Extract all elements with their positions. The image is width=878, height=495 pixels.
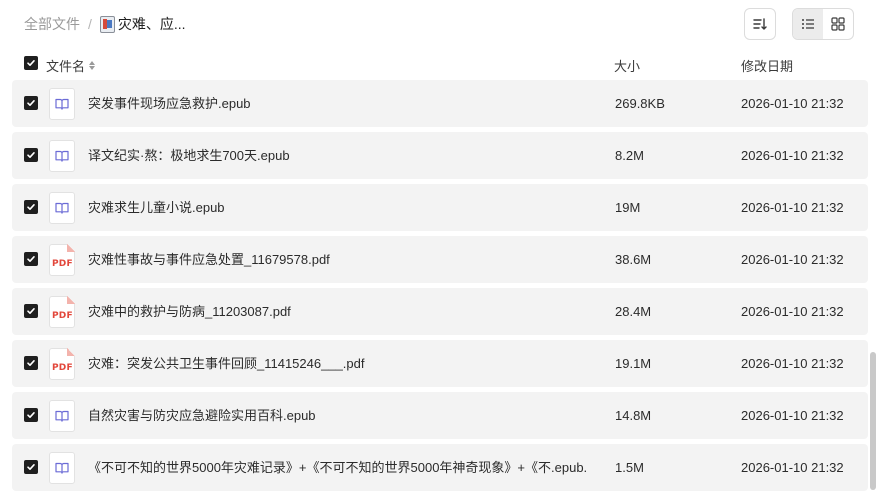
list-icon bbox=[802, 19, 814, 29]
file-name: 灾难中的救护与防病_11203087.pdf bbox=[88, 304, 291, 319]
pdf-file-tag: PDF bbox=[52, 259, 73, 269]
view-toggle bbox=[792, 8, 854, 40]
pdf-file-icon: PDF bbox=[49, 296, 75, 328]
file-size: 28.4M bbox=[615, 304, 652, 319]
file-name: 自然灾害与防灾应急避险实用百科.epub bbox=[88, 408, 316, 423]
name-column-label: 文件名 bbox=[46, 59, 86, 74]
file-date: 2026-01-10 21:32 bbox=[741, 408, 844, 423]
row-checkbox[interactable] bbox=[24, 148, 38, 162]
file-name: 灾难：突发公共卫生事件回顾_11415246___.pdf bbox=[88, 356, 365, 371]
breadcrumb-separator: / bbox=[88, 16, 92, 32]
epub-file-icon bbox=[49, 88, 75, 120]
file-row[interactable]: 译文纪实·熬：极地求生700天.epub 8.2M 2026-01-10 21:… bbox=[12, 132, 868, 179]
checkmark-icon bbox=[27, 204, 35, 210]
file-date: 2026-01-10 21:32 bbox=[741, 356, 844, 371]
size-column-header[interactable]: 大小 bbox=[614, 56, 640, 75]
file-name: 译文纪实·熬：极地求生700天.epub bbox=[88, 148, 290, 163]
date-column-header[interactable]: 修改日期 bbox=[741, 56, 793, 75]
breadcrumb-root-link[interactable]: 全部文件 bbox=[24, 14, 80, 34]
list-view-button[interactable] bbox=[793, 9, 823, 39]
epub-file-icon bbox=[49, 192, 75, 224]
file-list: 突发事件现场应急救护.epub 269.8KB 2026-01-10 21:32… bbox=[12, 80, 868, 495]
file-row[interactable]: PDF 灾难：突发公共卫生事件回顾_11415246___.pdf 19.1M … bbox=[12, 340, 868, 387]
file-row[interactable]: 《不可不知的世界5000年灾难记录》+《不可不知的世界5000年神奇现象》+《不… bbox=[12, 444, 868, 491]
row-checkbox[interactable] bbox=[24, 356, 38, 370]
sort-caret-icon bbox=[89, 61, 96, 70]
file-name: 《不可不知的世界5000年灾难记录》+《不可不知的世界5000年神奇现象》+《不… bbox=[88, 460, 588, 475]
file-size: 269.8KB bbox=[615, 96, 665, 111]
file-row[interactable]: 自然灾害与防灾应急避险实用百科.epub 14.8M 2026-01-10 21… bbox=[12, 392, 868, 439]
grid-view-button[interactable] bbox=[823, 9, 853, 39]
checkmark-icon bbox=[27, 100, 35, 106]
file-row[interactable]: 突发事件现场应急救护.epub 269.8KB 2026-01-10 21:32 bbox=[12, 80, 868, 127]
row-checkbox[interactable] bbox=[24, 252, 38, 266]
scrollbar-thumb[interactable] bbox=[870, 352, 876, 490]
file-date: 2026-01-10 21:32 bbox=[741, 252, 844, 267]
file-date: 2026-01-10 21:32 bbox=[741, 148, 844, 163]
file-size: 14.8M bbox=[615, 408, 652, 423]
pdf-file-tag: PDF bbox=[52, 311, 73, 321]
checkmark-icon bbox=[27, 152, 35, 158]
row-checkbox[interactable] bbox=[24, 408, 38, 422]
checkmark-icon bbox=[27, 308, 35, 314]
file-size: 38.6M bbox=[615, 252, 652, 267]
file-name: 灾难性事故与事件应急处置_11679578.pdf bbox=[88, 252, 330, 267]
file-date: 2026-01-10 21:32 bbox=[741, 304, 844, 319]
breadcrumb-current-folder[interactable]: 灾难、应... bbox=[118, 14, 186, 34]
table-header: 文件名 大小 修改日期 bbox=[0, 52, 878, 76]
file-size: 8.2M bbox=[615, 148, 644, 163]
checkmark-icon bbox=[27, 464, 35, 470]
epub-file-icon bbox=[49, 452, 75, 484]
top-bar: 全部文件 / 灾难、应... bbox=[0, 0, 878, 48]
folder-cover-icon bbox=[99, 15, 115, 33]
file-name: 灾难求生儿童小说.epub bbox=[88, 200, 225, 215]
checkmark-icon bbox=[27, 412, 35, 418]
file-row[interactable]: 灾难求生儿童小说.epub 19M 2026-01-10 21:32 bbox=[12, 184, 868, 231]
file-row[interactable]: PDF 灾难中的救护与防病_11203087.pdf 28.4M 2026-01… bbox=[12, 288, 868, 335]
epub-file-icon bbox=[49, 400, 75, 432]
select-all-checkbox[interactable] bbox=[24, 56, 38, 70]
file-size: 19M bbox=[615, 200, 641, 215]
file-size: 1.5M bbox=[615, 460, 644, 475]
file-date: 2026-01-10 21:32 bbox=[741, 460, 844, 475]
file-date: 2026-01-10 21:32 bbox=[741, 96, 844, 111]
pdf-file-icon: PDF bbox=[49, 244, 75, 276]
breadcrumb: 全部文件 / 灾难、应... bbox=[24, 14, 186, 34]
file-size: 19.1M bbox=[615, 356, 652, 371]
file-date: 2026-01-10 21:32 bbox=[741, 200, 844, 215]
file-row[interactable]: PDF 灾难性事故与事件应急处置_11679578.pdf 38.6M 2026… bbox=[12, 236, 868, 283]
epub-file-icon bbox=[49, 140, 75, 172]
name-column-header[interactable]: 文件名 bbox=[46, 56, 96, 75]
file-name: 突发事件现场应急救护.epub bbox=[88, 96, 251, 111]
checkmark-icon bbox=[27, 256, 35, 262]
row-checkbox[interactable] bbox=[24, 460, 38, 474]
file-browser: 全部文件 / 灾难、应... 文件名 大小 修改日期 突发事件现场应急救护.ep… bbox=[0, 0, 878, 495]
row-checkbox[interactable] bbox=[24, 304, 38, 318]
row-checkbox[interactable] bbox=[24, 96, 38, 110]
pdf-file-icon: PDF bbox=[49, 348, 75, 380]
pdf-file-tag: PDF bbox=[52, 363, 73, 373]
checkmark-icon bbox=[27, 360, 35, 366]
sort-icon bbox=[753, 18, 767, 30]
sort-button[interactable] bbox=[744, 8, 776, 40]
grid-icon bbox=[831, 17, 845, 31]
checkmark-icon bbox=[27, 60, 35, 66]
row-checkbox[interactable] bbox=[24, 200, 38, 214]
